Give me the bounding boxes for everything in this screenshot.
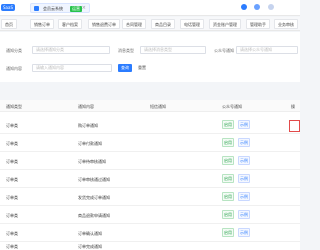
tab-customers[interactable]: 客户档案 [58, 19, 82, 29]
filter-label-wechat: 公众号通知 [214, 48, 234, 53]
app-name: 会员云系统 [43, 6, 63, 11]
operation-highlight[interactable] [289, 120, 300, 132]
cell-type: 订单类 [6, 123, 18, 128]
enable-button[interactable]: 启用 [222, 120, 234, 129]
table-row: 订单类 商品退款申请通知 启用 示例 [0, 206, 300, 224]
cell-type: 订单类 [6, 244, 18, 249]
example-button[interactable]: 示例 [238, 210, 250, 219]
table-header: 通知类型 通知内容 短信通知 公众号通知 操 [0, 100, 300, 112]
active-app-tab[interactable]: 会员云系统 运营 × [30, 3, 90, 13]
close-icon[interactable]: × [82, 5, 86, 11]
category-select[interactable]: 请选择通知分类 [32, 46, 110, 54]
query-button[interactable]: 查询 [118, 64, 132, 72]
filter-label-content: 通知内容 [6, 66, 22, 71]
example-button[interactable]: 示例 [238, 174, 250, 183]
tab-contracts[interactable]: 合同管理 [122, 19, 146, 29]
cell-content: 发货完成订单通知 [78, 195, 110, 200]
example-button[interactable]: 示例 [238, 138, 250, 147]
app-badge: 运营 [70, 6, 82, 12]
cell-type: 订单类 [6, 213, 18, 218]
tab-review[interactable]: 业务审核 [274, 19, 298, 29]
filter-panel [0, 32, 300, 82]
table-row: 订单类 订单待审核通知 启用 示例 [0, 152, 300, 170]
example-button[interactable]: 示例 [238, 192, 250, 201]
cell-type: 订单类 [6, 177, 18, 182]
example-button[interactable]: 示例 [238, 228, 250, 237]
avatar[interactable] [268, 4, 274, 10]
table-row: 订单类 购订单通知 启用 示例 [0, 116, 300, 134]
tab-sales-orders[interactable]: 销售订单 [30, 19, 54, 29]
cell-type: 订单类 [6, 141, 18, 146]
enable-button[interactable]: 启用 [222, 174, 234, 183]
tab-products[interactable]: 商品目录 [151, 19, 175, 29]
enable-button[interactable]: 启用 [222, 210, 234, 219]
table-row: 订单类 发货完成订单通知 启用 示例 [0, 188, 300, 206]
enable-button[interactable]: 启用 [222, 156, 234, 165]
reset-button[interactable]: 重置 [138, 64, 146, 72]
app-icon [34, 6, 39, 11]
cell-content: 订单确认通知 [78, 231, 102, 236]
table-row: 订单类 订单确认通知 启用 示例 [0, 224, 300, 242]
user-icon[interactable] [241, 4, 247, 10]
cell-content: 订单待审核通知 [78, 159, 106, 164]
table-row: 订单类 订单完成通知 [0, 242, 300, 250]
msg-type-select[interactable]: 请选择消息类型 [140, 46, 206, 54]
example-button[interactable]: 示例 [238, 156, 250, 165]
notification-table: 通知类型 通知内容 短信通知 公众号通知 操 订单类 购订单通知 启用 示例 订… [0, 100, 300, 250]
table-row: 订单类 订单审核通过通知 启用 示例 [0, 170, 300, 188]
cell-content: 购订单通知 [78, 123, 98, 128]
cell-content: 订单完成通知 [78, 244, 102, 249]
tab-refund-orders[interactable]: 销售退费订单 [88, 19, 120, 29]
filter-label-category: 通知分类 [6, 48, 22, 53]
app-logo: SaaS [1, 4, 15, 11]
module-tabs: 首页 销售订单 客户档案 销售退费订单 合同管理 商品目录 电话管理 资金账户管… [0, 17, 300, 31]
cell-content: 商品退款申请通知 [78, 213, 110, 218]
tab-assistant[interactable]: 管理助手 [246, 19, 270, 29]
col-sms: 短信通知 [150, 104, 166, 109]
enable-button[interactable]: 启用 [222, 192, 234, 201]
table-row: 订单类 订单付款通知 启用 示例 [0, 134, 300, 152]
example-button[interactable]: 示例 [238, 120, 250, 129]
cell-type: 订单类 [6, 195, 18, 200]
cell-type: 订单类 [6, 231, 18, 236]
enable-button[interactable]: 启用 [222, 228, 234, 237]
content-input[interactable]: 请输入通知内容 [32, 64, 112, 72]
col-wechat: 公众号通知 [222, 104, 242, 109]
col-type: 通知类型 [6, 104, 22, 109]
col-content: 通知内容 [78, 104, 94, 109]
filter-label-msg-type: 消息类型 [118, 48, 134, 53]
enable-button[interactable]: 启用 [222, 138, 234, 147]
tab-phone[interactable]: 电话管理 [180, 19, 204, 29]
col-ops: 操 [291, 104, 295, 109]
cell-type: 订单类 [6, 159, 18, 164]
bell-icon[interactable] [254, 4, 260, 10]
cell-content: 订单审核通过通知 [78, 177, 110, 182]
wechat-select[interactable]: 请选择公众号通知 [236, 46, 298, 54]
top-bar: SaaS 会员云系统 运营 × [0, 0, 300, 16]
tab-home[interactable]: 首页 [1, 19, 17, 29]
tab-fund-accounts[interactable]: 资金账户管理 [209, 19, 241, 29]
cell-content: 订单付款通知 [78, 141, 102, 146]
